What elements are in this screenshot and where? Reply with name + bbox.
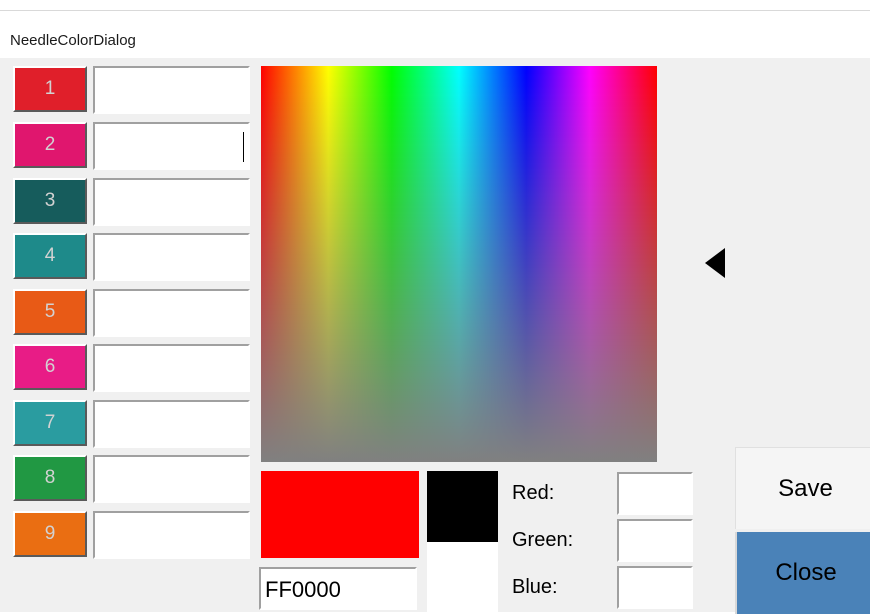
- green-label: Green:: [512, 529, 574, 551]
- needle-field-8[interactable]: [93, 455, 250, 503]
- needle-field-6[interactable]: [93, 344, 250, 392]
- needle-button-2[interactable]: 2: [13, 122, 87, 168]
- needle-button-8[interactable]: 8: [13, 455, 87, 501]
- needle-field-9[interactable]: [93, 511, 250, 559]
- needle-field-2[interactable]: [93, 122, 250, 170]
- needle-button-1[interactable]: 1: [13, 66, 87, 112]
- needle-button-7[interactable]: 7: [13, 400, 87, 446]
- needle-button-4[interactable]: 4: [13, 233, 87, 279]
- red-input[interactable]: [617, 472, 693, 515]
- needle-field-4[interactable]: [93, 233, 250, 281]
- luminance-slider-arrow-icon[interactable]: [705, 248, 725, 278]
- needle-field-1[interactable]: [93, 66, 250, 114]
- green-input[interactable]: [617, 519, 693, 562]
- blue-input[interactable]: [617, 566, 693, 609]
- needle-field-7[interactable]: [93, 400, 250, 448]
- color-spectrum[interactable]: [261, 66, 657, 462]
- black-color-swatch[interactable]: [427, 471, 498, 542]
- text-caret: [243, 132, 244, 162]
- needle-button-3[interactable]: 3: [13, 178, 87, 224]
- needle-button-9[interactable]: 9: [13, 511, 87, 557]
- needle-button-6[interactable]: 6: [13, 344, 87, 390]
- close-button[interactable]: Close: [735, 532, 870, 614]
- needle-button-5[interactable]: 5: [13, 289, 87, 335]
- title-bar: NeedleColorDialog: [0, 10, 870, 58]
- hex-color-field[interactable]: FF0000: [259, 567, 417, 610]
- window-title: NeedleColorDialog: [10, 32, 136, 49]
- blue-label: Blue:: [512, 576, 558, 598]
- needle-field-3[interactable]: [93, 178, 250, 226]
- white-color-swatch[interactable]: [427, 542, 498, 612]
- needle-field-5[interactable]: [93, 289, 250, 337]
- save-button[interactable]: Save: [735, 447, 870, 529]
- red-label: Red:: [512, 482, 555, 504]
- selected-color-swatch: [261, 471, 419, 558]
